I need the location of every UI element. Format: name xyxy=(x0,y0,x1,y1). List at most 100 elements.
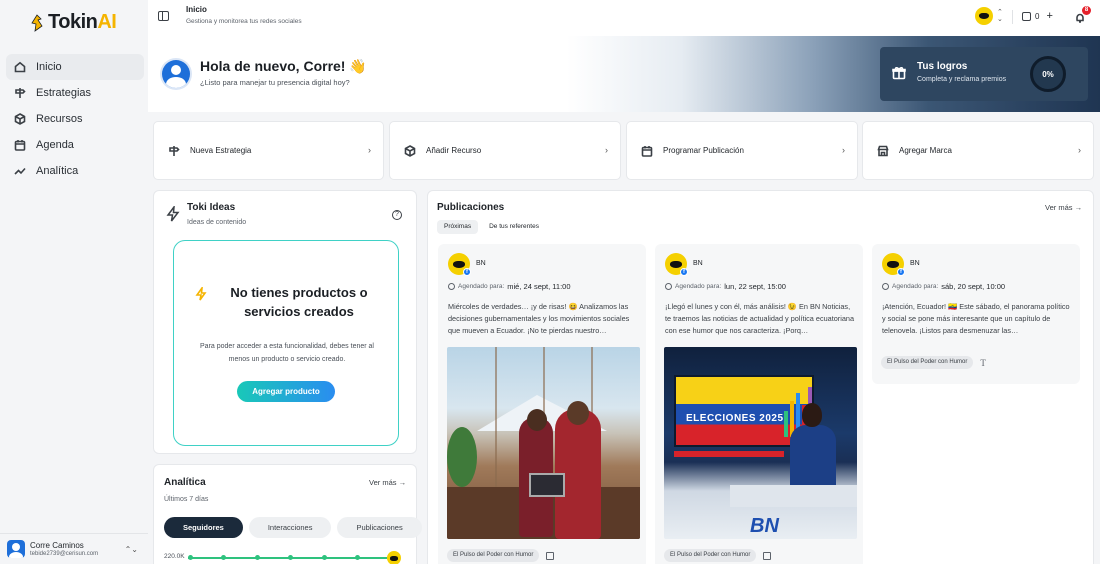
welcome-banner: Hola de nuevo, Corre! 👋 ¿Listo para mane… xyxy=(148,36,1100,112)
welcome-title: Hola de nuevo, Corre! 👋 xyxy=(200,58,367,74)
image-logo: BN xyxy=(750,515,779,537)
text-icon: T xyxy=(980,357,986,368)
facebook-icon: f xyxy=(897,268,905,276)
chevron-updown-icon: ⌃⌄ xyxy=(997,9,1003,23)
gift-icon xyxy=(892,66,906,80)
store-icon xyxy=(877,145,889,156)
tab-publicaciones[interactable]: Publicaciones xyxy=(337,517,422,538)
post-schedule: Agendado para: lun, 22 sept, 15:00 xyxy=(665,282,786,291)
sidebar-item-analitica[interactable]: Analítica xyxy=(6,158,144,184)
schedule-date: lun, 22 sept, 15:00 xyxy=(724,282,786,291)
sidebar-nav: Inicio Estrategias Recursos Agenda Analí… xyxy=(6,54,144,184)
quick-action-programar-publicacion[interactable]: Programar Publicación › xyxy=(626,121,858,180)
tab-proximas[interactable]: Próximas xyxy=(437,220,479,234)
credits-counter[interactable]: 0 + xyxy=(1022,10,1053,22)
post-tag: El Pulso del Poder con Humor xyxy=(447,549,540,562)
analytics-see-more-link[interactable]: Ver más → xyxy=(369,478,406,487)
post-tags: El Pulso del Poder con Humor xyxy=(664,549,772,562)
analytics-title: Analítica xyxy=(164,477,206,488)
ideas-title: Toki Ideas xyxy=(187,202,236,213)
chart-point xyxy=(255,555,260,560)
account-name: BN xyxy=(693,260,703,267)
post-image xyxy=(447,347,640,539)
package-icon xyxy=(404,144,416,157)
publications-see-more-link[interactable]: Ver más → xyxy=(1045,203,1082,212)
chevron-right-icon: › xyxy=(842,145,845,155)
user-menu[interactable]: Corre Caminos tebide2739@cerisun.com ⌃⌄ xyxy=(0,533,148,564)
chart-point xyxy=(288,555,293,560)
chart-y-label: 220.0K xyxy=(164,553,185,560)
facebook-icon: f xyxy=(680,268,688,276)
app-logo[interactable]: TokinAI xyxy=(30,11,117,34)
tab-referentes[interactable]: De tus referentes xyxy=(482,220,546,234)
brand-logo-icon xyxy=(387,551,401,564)
quick-action-label: Nueva Estrategia xyxy=(190,146,252,155)
sidebar-item-recursos[interactable]: Recursos xyxy=(6,106,144,132)
chart-point xyxy=(355,555,360,560)
toki-ideas-card: Toki Ideas Ideas de contenido ? No tiene… xyxy=(153,190,417,454)
schedule-label: Agendado para: xyxy=(675,283,722,290)
add-product-button[interactable]: Agregar producto xyxy=(237,381,335,402)
quick-action-anadir-recurso[interactable]: Añadir Recurso › xyxy=(389,121,621,180)
welcome-subtitle: ¿Listo para manejar tu presencia digital… xyxy=(200,78,350,87)
post-schedule: Agendado para: mié, 24 sept, 11:00 xyxy=(448,282,571,291)
package-icon xyxy=(14,113,26,125)
post-card[interactable]: f BN Agendado para: mié, 24 sept, 11:00 … xyxy=(438,244,646,564)
achievements-card[interactable]: Tus logros Completa y reclama premios 0% xyxy=(880,47,1088,101)
sidebar-toggle-icon[interactable] xyxy=(158,11,169,21)
credits-icon xyxy=(1022,11,1031,21)
brand-logo-icon xyxy=(975,7,993,25)
schedule-date: sáb, 20 sept, 10:00 xyxy=(941,282,1006,291)
chart-point xyxy=(221,555,226,560)
sidebar-item-agenda[interactable]: Agenda xyxy=(6,132,144,158)
notifications-badge: 8 xyxy=(1082,6,1091,15)
facebook-icon: f xyxy=(463,268,471,276)
post-card[interactable]: f BN Agendado para: sáb, 20 sept, 10:00 … xyxy=(872,244,1080,384)
signpost-icon xyxy=(169,145,180,156)
clock-icon xyxy=(665,283,672,290)
sidebar-item-label: Recursos xyxy=(36,113,83,125)
post-tags: El Pulso del Poder con Humor xyxy=(447,549,555,562)
sidebar-item-label: Analítica xyxy=(36,165,79,177)
post-text: ¡Llegó el lunes y con él, más análisis! … xyxy=(665,302,855,335)
sidebar-item-label: Inicio xyxy=(36,61,62,73)
signpost-icon xyxy=(15,88,26,98)
followers-chart: 220.0K xyxy=(164,551,404,564)
sidebar-item-label: Agenda xyxy=(36,139,74,151)
quick-action-agregar-marca[interactable]: Agregar Marca › xyxy=(862,121,1094,180)
sidebar-item-estrategias[interactable]: Estrategias xyxy=(6,80,144,106)
chevron-right-icon: › xyxy=(1078,145,1081,155)
page-title: Inicio xyxy=(186,5,207,14)
post-card[interactable]: f BN Agendado para: lun, 22 sept, 15:00 … xyxy=(655,244,863,564)
chevron-right-icon: › xyxy=(605,145,608,155)
post-text: ¡Atención, Ecuador! 🇪🇨 Este sábado, el p… xyxy=(882,302,1070,335)
quick-action-label: Agregar Marca xyxy=(899,146,952,155)
image-icon xyxy=(546,551,555,560)
schedule-label: Agendado para: xyxy=(458,283,505,290)
post-tags: El Pulso del Poder con Humor T xyxy=(881,356,988,369)
trend-icon xyxy=(14,167,26,175)
chart-point xyxy=(188,555,193,560)
add-credits-icon[interactable]: + xyxy=(1046,10,1052,22)
achievements-subtitle: Completa y reclama premios xyxy=(917,76,1007,83)
brand-switcher[interactable]: ⌃ ⌄ xyxy=(975,7,1003,25)
help-icon[interactable]: ? xyxy=(392,210,402,220)
quick-action-nueva-estrategia[interactable]: Nueva Estrategia › xyxy=(153,121,384,180)
post-text: Miércoles de verdades… ¡y de risas! 😆 An… xyxy=(448,302,630,335)
tab-interacciones[interactable]: Interacciones xyxy=(248,517,332,538)
sidebar-item-inicio[interactable]: Inicio xyxy=(6,54,144,80)
sidebar: TokinAI Inicio Estrategias Recursos Agen… xyxy=(0,0,148,564)
account-name: BN xyxy=(910,260,920,267)
logo-icon xyxy=(30,13,44,32)
empty-state-text: Para poder acceder a esta funcionalidad,… xyxy=(200,343,374,363)
chart-point xyxy=(322,555,327,560)
quick-action-label: Programar Publicación xyxy=(663,146,744,155)
schedule-label: Agendado para: xyxy=(892,283,939,290)
tab-seguidores[interactable]: Seguidores xyxy=(164,517,243,538)
empty-state-title: No tienes productos o servicios creados xyxy=(230,285,368,319)
analytics-card: Analítica Ver más → Últimos 7 días Segui… xyxy=(153,464,422,564)
user-name: Corre Caminos xyxy=(30,541,84,550)
clock-icon xyxy=(882,283,889,290)
top-bar: Inicio Gestiona y monitorea tus redes so… xyxy=(148,0,1100,36)
lightning-icon xyxy=(195,285,207,301)
